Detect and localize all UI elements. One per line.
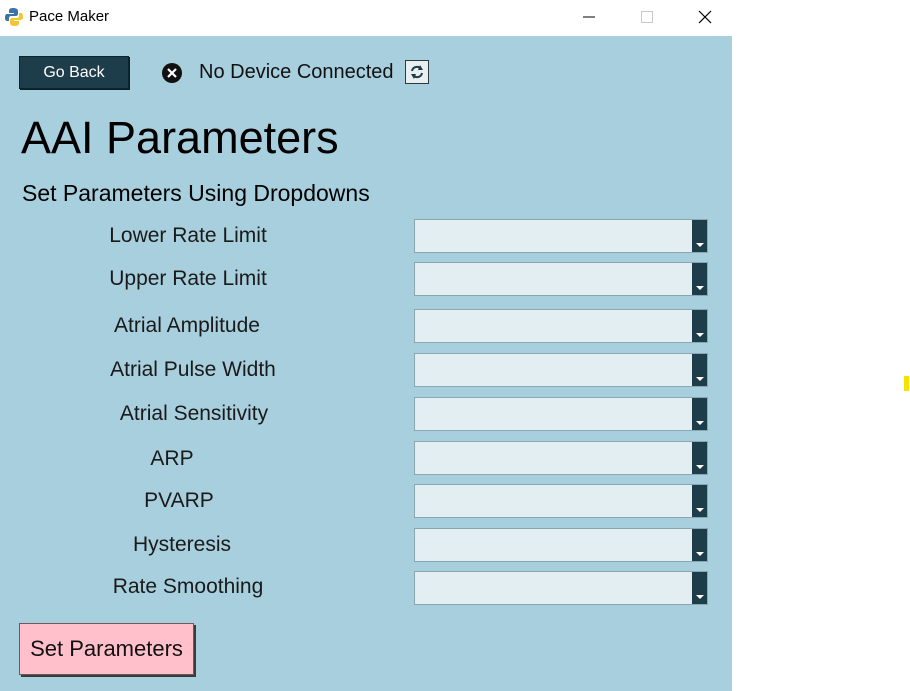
dropdown-rate-smoothing[interactable] xyxy=(414,571,708,605)
dropdown-pvarp[interactable] xyxy=(414,484,708,518)
param-label-pvarp: PVARP xyxy=(144,489,214,512)
dropdown-arp[interactable] xyxy=(414,441,708,475)
dropdown-arrow-icon[interactable] xyxy=(692,263,707,295)
minimize-button[interactable] xyxy=(560,0,618,34)
maximize-button[interactable] xyxy=(618,0,676,34)
dropdown-lower-rate-limit[interactable] xyxy=(414,219,708,253)
dropdown-arrow-icon[interactable] xyxy=(692,529,707,561)
param-label-atrial-sensitivity: Atrial Sensitivity xyxy=(119,402,269,425)
dropdown-arrow-icon[interactable] xyxy=(692,398,707,430)
dropdown-atrial-amplitude[interactable] xyxy=(414,309,708,343)
param-label-upper-rate-limit: Upper Rate Limit xyxy=(109,267,267,290)
close-icon xyxy=(698,10,712,24)
maximize-icon xyxy=(641,11,653,23)
go-back-button[interactable]: Go Back xyxy=(19,56,129,89)
dropdown-atrial-sensitivity[interactable] xyxy=(414,397,708,431)
minimize-icon xyxy=(583,16,595,18)
param-label-hysteresis: Hysteresis xyxy=(132,533,232,556)
dropdown-arrow-icon[interactable] xyxy=(692,220,707,252)
page-subtitle: Set Parameters Using Dropdowns xyxy=(22,180,370,206)
param-label-rate-smoothing: Rate Smoothing xyxy=(112,575,264,598)
python-app-icon xyxy=(4,7,24,27)
yellow-marker xyxy=(904,376,909,391)
param-label-atrial-amplitude: Atrial Amplitude xyxy=(114,314,260,337)
main-content: Go Back No Device Connected AAI Paramete… xyxy=(0,36,732,691)
window-title: Pace Maker xyxy=(29,8,110,25)
title-bar: Pace Maker xyxy=(0,0,732,36)
dropdown-arrow-icon[interactable] xyxy=(692,354,707,386)
dropdown-arrow-icon[interactable] xyxy=(692,485,707,517)
refresh-icon xyxy=(411,65,423,79)
dropdown-upper-rate-limit[interactable] xyxy=(414,262,708,296)
connection-status: No Device Connected xyxy=(199,61,394,83)
dropdown-arrow-icon[interactable] xyxy=(692,310,707,342)
param-label-lower-rate-limit: Lower Rate Limit xyxy=(109,224,267,247)
dropdown-arrow-icon[interactable] xyxy=(692,442,707,474)
app-window: Pace Maker Go Back No Device Connected A… xyxy=(0,0,732,691)
param-label-atrial-pulse-width: Atrial Pulse Width xyxy=(110,358,276,381)
dropdown-arrow-icon[interactable] xyxy=(692,572,707,604)
disconnected-icon xyxy=(161,62,183,84)
refresh-button[interactable] xyxy=(405,60,429,84)
param-label-arp: ARP xyxy=(150,447,194,470)
page-title: AAI Parameters xyxy=(21,112,339,163)
dropdown-atrial-pulse-width[interactable] xyxy=(414,353,708,387)
set-parameters-button[interactable]: Set Parameters xyxy=(19,623,194,675)
close-button[interactable] xyxy=(676,0,734,34)
dropdown-hysteresis[interactable] xyxy=(414,528,708,562)
